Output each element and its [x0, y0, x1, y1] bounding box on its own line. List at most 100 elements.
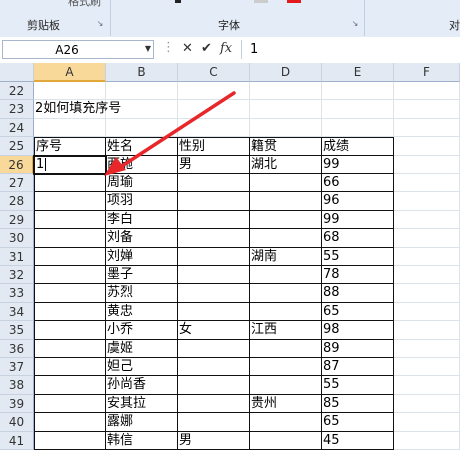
name-box[interactable]: A26 ▼: [2, 40, 154, 59]
cell-e40[interactable]: 65: [322, 413, 394, 432]
row-header-30[interactable]: 30: [0, 229, 34, 248]
cell-d29[interactable]: [250, 210, 322, 230]
cell-e34[interactable]: 65: [322, 302, 394, 322]
cell-e29[interactable]: 99: [322, 210, 394, 230]
row-header-34[interactable]: 34: [0, 302, 34, 322]
cell-d28[interactable]: [250, 192, 322, 211]
cell-a33[interactable]: [34, 284, 106, 303]
row-header-26[interactable]: 26: [0, 155, 34, 174]
cell-f40[interactable]: [394, 413, 460, 432]
cell-e30[interactable]: 68: [322, 229, 394, 248]
cell-d33[interactable]: [250, 284, 322, 303]
cell-d40[interactable]: [250, 413, 322, 432]
cell-e36[interactable]: 89: [322, 339, 394, 358]
cell-a41[interactable]: [34, 431, 106, 450]
cell-b34[interactable]: 黄忠: [106, 302, 178, 322]
row-header-27[interactable]: 27: [0, 174, 34, 193]
cell-b29[interactable]: 李白: [106, 210, 178, 230]
cell-c22[interactable]: [178, 82, 250, 101]
chevron-down-icon[interactable]: ▼: [145, 44, 151, 53]
row-header-38[interactable]: 38: [0, 376, 34, 395]
cell-a27[interactable]: [34, 174, 106, 193]
cell-c30[interactable]: [178, 229, 250, 248]
cell-d37[interactable]: [250, 358, 322, 377]
cell-c39[interactable]: [178, 394, 250, 414]
cell-c32[interactable]: [178, 266, 250, 285]
cell-c33[interactable]: [178, 284, 250, 303]
cell-b36[interactable]: 虞姬: [106, 339, 178, 358]
cell-c31[interactable]: [178, 247, 250, 266]
cell-b23[interactable]: [106, 100, 178, 119]
cell-d24[interactable]: [250, 118, 322, 138]
cell-f26[interactable]: [394, 155, 460, 174]
insert-function-icon[interactable]: fx: [220, 41, 232, 56]
row-header-28[interactable]: 28: [0, 192, 34, 211]
cell-c28[interactable]: [178, 192, 250, 211]
cell-e27[interactable]: 66: [322, 174, 394, 193]
row-header-41[interactable]: 41: [0, 431, 34, 450]
cell-f39[interactable]: [394, 394, 460, 414]
cell-b28[interactable]: 项羽: [106, 192, 178, 211]
cell-a22[interactable]: [34, 82, 106, 101]
cell-f23[interactable]: [394, 100, 460, 119]
cell-f33[interactable]: [394, 284, 460, 303]
row-header-33[interactable]: 33: [0, 284, 34, 303]
clipboard-launcher-icon[interactable]: ↘: [96, 20, 104, 28]
cell-f34[interactable]: [394, 302, 460, 322]
cell-f36[interactable]: [394, 339, 460, 358]
cell-e33[interactable]: 88: [322, 284, 394, 303]
cell-b30[interactable]: 刘备: [106, 229, 178, 248]
cell-a38[interactable]: [34, 376, 106, 395]
row-header-25[interactable]: 25: [0, 137, 34, 156]
column-header-a[interactable]: A: [34, 63, 106, 82]
cell-e24[interactable]: [322, 118, 394, 138]
cell-c37[interactable]: [178, 358, 250, 377]
cell-d22[interactable]: [250, 82, 322, 101]
cell-a23[interactable]: 2如何填充序号: [34, 100, 121, 119]
cell-d30[interactable]: [250, 229, 322, 248]
column-header-b[interactable]: B: [106, 63, 178, 82]
cell-f35[interactable]: [394, 321, 460, 340]
cell-a29[interactable]: [34, 210, 106, 230]
cell-c29[interactable]: [178, 210, 250, 230]
cell-c35[interactable]: 女: [178, 321, 250, 340]
cell-b35[interactable]: 小乔: [106, 321, 178, 340]
cell-b31[interactable]: 刘婵: [106, 247, 178, 266]
row-header-36[interactable]: 36: [0, 339, 34, 358]
cell-f32[interactable]: [394, 266, 460, 285]
cell-d39[interactable]: 贵州: [250, 394, 322, 414]
cell-b32[interactable]: 墨子: [106, 266, 178, 285]
cell-e22[interactable]: [322, 82, 394, 101]
cell-d35[interactable]: 江西: [250, 321, 322, 340]
cell-d38[interactable]: [250, 376, 322, 395]
cell-b22[interactable]: [106, 82, 178, 101]
row-header-24[interactable]: 24: [0, 118, 34, 138]
font-color-icon[interactable]: [287, 0, 301, 3]
bold-icon[interactable]: [175, 0, 181, 3]
cell-c26[interactable]: 男: [178, 155, 250, 174]
fill-color-icon[interactable]: [254, 0, 268, 3]
column-header-e[interactable]: E: [322, 63, 394, 82]
cell-c25[interactable]: 性别: [178, 137, 250, 156]
column-header-f[interactable]: F: [394, 63, 460, 82]
cell-a31[interactable]: [34, 247, 106, 266]
cell-a25[interactable]: 序号: [34, 137, 106, 156]
cell-a30[interactable]: [34, 229, 106, 248]
cell-d27[interactable]: [250, 174, 322, 193]
cell-d32[interactable]: [250, 266, 322, 285]
cell-e26[interactable]: 99: [322, 155, 394, 174]
font-launcher-icon[interactable]: ↘: [351, 20, 359, 28]
row-header-35[interactable]: 35: [0, 321, 34, 340]
row-header-31[interactable]: 31: [0, 247, 34, 266]
cell-f29[interactable]: [394, 210, 460, 230]
row-header-23[interactable]: 23: [0, 100, 34, 119]
cell-a37[interactable]: [34, 358, 106, 377]
column-header-d[interactable]: D: [250, 63, 322, 82]
row-header-39[interactable]: 39: [0, 394, 34, 414]
cell-f25[interactable]: [394, 137, 460, 156]
cell-a24[interactable]: [34, 118, 106, 138]
cell-d41[interactable]: [250, 431, 322, 450]
cell-e31[interactable]: 55: [322, 247, 394, 266]
cell-f37[interactable]: [394, 358, 460, 377]
cell-e28[interactable]: 96: [322, 192, 394, 211]
